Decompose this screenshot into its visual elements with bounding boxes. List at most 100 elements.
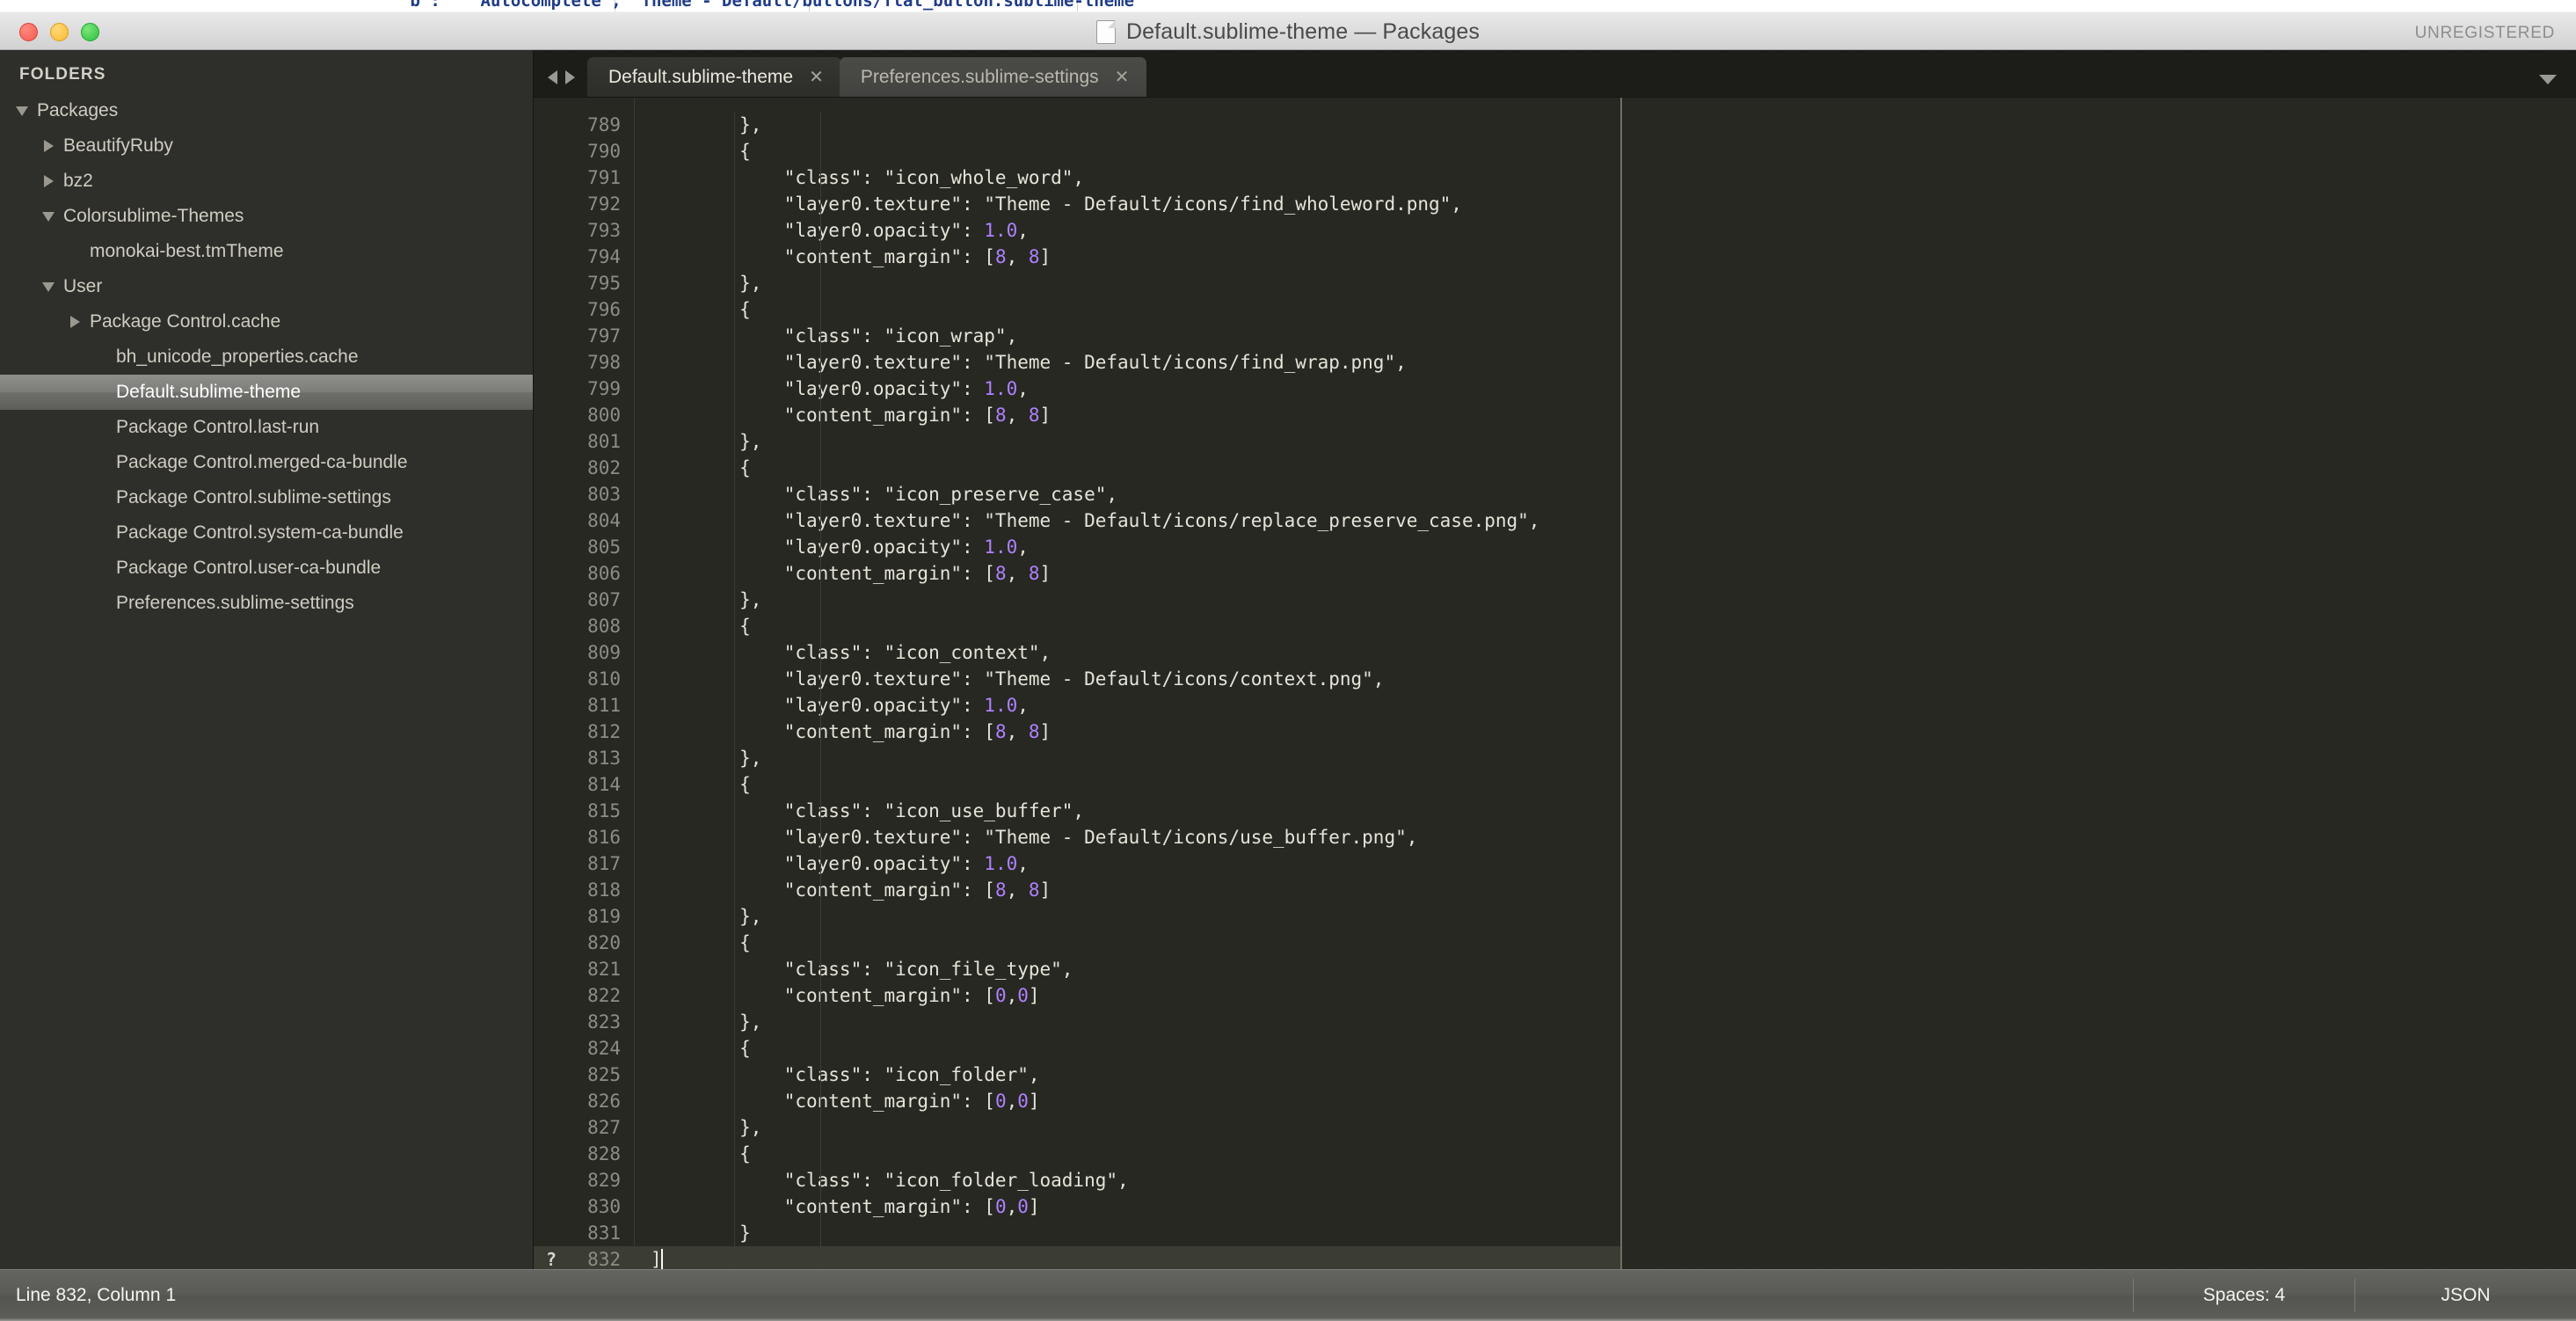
sidebar-item[interactable]: Package Control.last-run <box>0 410 534 445</box>
code-line[interactable]: { <box>635 613 1620 639</box>
code-line[interactable]: } <box>635 1220 1620 1246</box>
code-line[interactable]: "content_margin": [0,0] <box>635 982 1620 1009</box>
code-line[interactable]: "content_margin": [8, 8] <box>635 244 1620 270</box>
code-line[interactable]: "class": "icon_context", <box>635 639 1620 666</box>
code-line[interactable]: "layer0.texture": "Theme - Default/icons… <box>635 507 1620 534</box>
code-line[interactable]: "class": "icon_wrap", <box>635 323 1620 349</box>
sidebar-item[interactable]: Default.sublime-theme <box>0 375 534 410</box>
code-line[interactable]: "layer0.texture": "Theme - Default/icons… <box>635 349 1620 376</box>
chevron-down-icon[interactable] <box>39 211 58 222</box>
sidebar-item-label: bh_unicode_properties.cache <box>116 347 359 367</box>
line-number-gutter: 789 790 791 792 793 794 795 796 797 798 799 800 801 8… <box>534 98 635 1269</box>
code-line[interactable]: "layer0.opacity": 1.0, <box>635 850 1620 877</box>
chevron-right-icon[interactable] <box>39 175 58 187</box>
code-line[interactable]: "class": "icon_folder", <box>635 1062 1620 1088</box>
code-line[interactable]: }, <box>635 745 1620 771</box>
line-number-value: 814 <box>587 774 621 795</box>
code-line[interactable]: { <box>635 1035 1620 1062</box>
line-number-value: 820 <box>587 932 621 953</box>
code-line[interactable]: }, <box>635 587 1620 613</box>
line-number-value: 804 <box>587 510 621 531</box>
code-line[interactable]: "class": "icon_folder_loading", <box>635 1167 1620 1193</box>
code-line[interactable]: { <box>635 138 1620 164</box>
code-line[interactable]: "layer0.opacity": 1.0, <box>635 217 1620 244</box>
sidebar-item[interactable]: bh_unicode_properties.cache <box>0 339 534 375</box>
sidebar-item[interactable]: bz2 <box>0 164 534 199</box>
chevron-down-icon[interactable] <box>12 106 32 116</box>
chevron-down-icon[interactable] <box>39 281 58 292</box>
editor-tab[interactable]: Default.sublime-theme ✕ <box>587 57 841 97</box>
code-line[interactable]: { <box>635 1141 1620 1167</box>
tab-prev-arrow-icon[interactable] <box>548 70 557 84</box>
code-line[interactable]: "layer0.texture": "Theme - Default/icons… <box>635 666 1620 692</box>
sidebar-item[interactable]: User <box>0 269 534 304</box>
code-line[interactable]: "class": "icon_use_buffer", <box>635 798 1620 824</box>
bookmark-marker-icon: ? <box>546 1249 557 1269</box>
sidebar-item[interactable]: Packages <box>0 93 534 128</box>
code-line[interactable]: ] <box>635 1246 1620 1269</box>
sidebar-item[interactable]: Preferences.sublime-settings <box>0 586 534 621</box>
secondary-editor-group[interactable] <box>1622 98 2576 1269</box>
code-text: "class": "icon_context", <box>651 642 1052 663</box>
code-line[interactable]: "layer0.opacity": 1.0, <box>635 692 1620 719</box>
line-number-value: 797 <box>587 325 621 347</box>
code-line[interactable]: { <box>635 296 1620 323</box>
line-number-value: 800 <box>587 405 621 426</box>
sidebar-item[interactable]: Package Control.cache <box>0 304 534 339</box>
status-syntax[interactable]: JSON <box>2354 1279 2576 1312</box>
code-line[interactable]: "content_margin": [0,0] <box>635 1193 1620 1220</box>
code-line[interactable]: "content_margin": [8, 8] <box>635 719 1620 745</box>
sidebar-item[interactable]: Package Control.user-ca-bundle <box>0 551 534 586</box>
code-line[interactable]: }, <box>635 270 1620 296</box>
code-line[interactable]: "content_margin": [8, 8] <box>635 877 1620 903</box>
code-line[interactable]: "content_margin": [8, 8] <box>635 402 1620 428</box>
status-cursor-position: Line 832, Column 1 <box>16 1285 177 1305</box>
sidebar-item[interactable]: Package Control.merged-ca-bundle <box>0 445 534 480</box>
code-content[interactable]: }, { "class": "icon_whole_word", "layer0… <box>635 98 1620 1269</box>
code-line[interactable]: "class": "icon_whole_word", <box>635 164 1620 191</box>
code-number-literal: 8 <box>994 721 1007 742</box>
window-title: Default.sublime-theme — Packages <box>1126 18 1480 44</box>
status-indentation[interactable]: Spaces: 4 <box>2133 1279 2354 1312</box>
code-line[interactable]: { <box>635 771 1620 798</box>
line-number-value: 810 <box>587 668 621 690</box>
code-text: , <box>1006 1091 1018 1112</box>
tab-next-arrow-icon[interactable] <box>565 70 575 84</box>
line-number-value: 824 <box>587 1038 621 1059</box>
code-line[interactable]: "layer0.texture": "Theme - Default/icons… <box>635 824 1620 850</box>
sidebar-item[interactable]: monokai-best.tmTheme <box>0 234 534 269</box>
chevron-right-icon[interactable] <box>39 140 58 152</box>
code-line[interactable]: }, <box>635 1009 1620 1035</box>
code-line[interactable]: }, <box>635 112 1620 138</box>
code-line[interactable]: "class": "icon_file_type", <box>635 956 1620 982</box>
code-number-literal: 0 <box>994 985 1007 1006</box>
code-line[interactable]: "layer0.opacity": 1.0, <box>635 534 1620 560</box>
code-editor[interactable]: 789 790 791 792 793 794 795 796 797 798 799 800 801 8… <box>534 98 2576 1269</box>
tab-nav-arrows[interactable] <box>534 70 587 97</box>
editor-tab[interactable]: Preferences.sublime-settings ✕ <box>839 57 1147 97</box>
code-line[interactable]: { <box>635 930 1620 956</box>
code-line[interactable]: "layer0.texture": "Theme - Default/icons… <box>635 191 1620 217</box>
chevron-right-icon[interactable] <box>65 316 84 328</box>
tab-close-icon[interactable]: ✕ <box>809 69 824 86</box>
code-line[interactable]: "class": "icon_preserve_case", <box>635 481 1620 507</box>
code-line[interactable]: }, <box>635 1114 1620 1141</box>
sidebar-item[interactable]: Package Control.system-ca-bundle <box>0 515 534 551</box>
sidebar-item[interactable]: Package Control.sublime-settings <box>0 480 534 515</box>
line-number: 817 <box>534 850 635 877</box>
code-line[interactable]: }, <box>635 903 1620 930</box>
tab-close-icon[interactable]: ✕ <box>1115 69 1130 86</box>
sidebar-item[interactable]: BeautifyRuby <box>0 128 534 164</box>
line-number-value: 801 <box>587 431 621 452</box>
chevron-down-icon[interactable] <box>2539 75 2557 84</box>
code-number-literal: 1.0 <box>984 695 1018 716</box>
code-line[interactable]: "content_margin": [0,0] <box>635 1088 1620 1114</box>
code-line[interactable]: "layer0.opacity": 1.0, <box>635 376 1620 402</box>
unregistered-badge[interactable]: UNREGISTERED <box>2410 20 2560 47</box>
code-number-literal: 8 <box>994 563 1007 584</box>
code-line[interactable]: "content_margin": [8, 8] <box>635 560 1620 587</box>
code-line[interactable]: { <box>635 455 1620 481</box>
sublime-text-window: "b": "Autocomplete", "Theme - Default/bu… <box>0 0 2576 1321</box>
sidebar-item[interactable]: Colorsublime-Themes <box>0 199 534 234</box>
code-line[interactable]: }, <box>635 428 1620 455</box>
